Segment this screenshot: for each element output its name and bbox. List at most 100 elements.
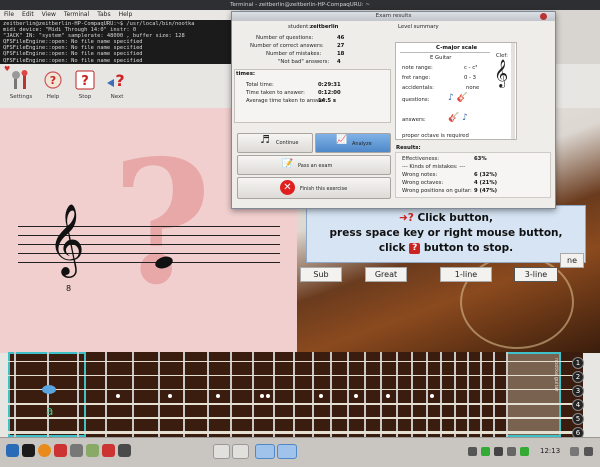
show-desktop-icon[interactable]: [584, 447, 593, 456]
level-row-label: questions:: [402, 97, 430, 103]
tray-icon[interactable]: [481, 447, 490, 456]
octave-partial-button[interactable]: ne: [560, 253, 584, 268]
stat-label: Number of questions:: [256, 35, 314, 41]
note-question-icon: ♪ 🎸: [448, 93, 468, 103]
student-name: zeitberlin: [310, 24, 339, 30]
time-label: Time taken to answer:: [246, 90, 305, 96]
octave-mark: 8: [66, 284, 72, 293]
finish-icon: ✕: [280, 180, 295, 195]
menu-help[interactable]: Help: [119, 11, 133, 18]
continue-icon: ♬: [260, 133, 270, 146]
times-box: [234, 69, 391, 123]
menu-tabs[interactable]: Tabs: [97, 11, 110, 18]
results-header: Results:: [396, 145, 421, 151]
app-launcher-icon[interactable]: [118, 444, 131, 457]
octave-3-line-button[interactable]: 3-line: [514, 267, 558, 282]
level-summary-label: Level summary: [398, 24, 439, 30]
time-label: Average time taken to answer:: [246, 98, 328, 104]
level-table: E Guitar note range: c - c³ fret range: …: [400, 52, 490, 139]
analyze-button[interactable]: 📈 Analyze: [315, 133, 391, 153]
results-box: Effectiveness: 63% --- Kinds of mistakes…: [395, 152, 551, 198]
stat-label: Number of correct answers:: [250, 43, 324, 49]
pass-exam-button[interactable]: 📝 Pass an exam: [237, 155, 391, 175]
svg-text:?: ?: [115, 71, 124, 90]
pass-exam-icon: 📝: [282, 159, 294, 169]
next-button[interactable]: ? Next: [102, 70, 132, 104]
result-label: Wrong notes:: [402, 172, 438, 178]
menu-edit[interactable]: Edit: [22, 11, 34, 18]
level-scrollbar[interactable]: [511, 43, 515, 139]
nootka-launcher-icon[interactable]: [102, 444, 115, 457]
pass-exam-label: Pass an exam: [298, 163, 333, 169]
start-menu-icon[interactable]: [6, 444, 19, 457]
taskbar-window-button[interactable]: [232, 444, 249, 459]
note-head[interactable]: [153, 254, 175, 271]
stat-value: 46: [337, 35, 345, 41]
level-instrument: E Guitar: [430, 55, 452, 61]
taskbar-window-button[interactable]: [213, 444, 230, 459]
level-summary-panel[interactable]: C-major scale E Guitar note range: c - c…: [395, 42, 517, 140]
octave-1-line-button[interactable]: 1-line: [440, 267, 492, 282]
guitar-fretboard[interactable]: a nootka guitar: [8, 352, 583, 437]
result-value: 63%: [474, 156, 487, 162]
treble-clef-icon: 𝄞: [494, 59, 509, 87]
settings-icon: [12, 70, 28, 89]
menu-file[interactable]: File: [4, 11, 14, 18]
help-icon: ?: [44, 71, 62, 89]
level-row-value: c - c³: [464, 65, 478, 71]
result-label: Wrong octaves:: [402, 180, 444, 186]
note-answer-icon: 🎸 ♪: [448, 113, 468, 123]
network-icon[interactable]: [494, 447, 503, 456]
help-button[interactable]: ? Help: [38, 70, 68, 104]
stop-icon: ?: [75, 70, 95, 90]
stat-value: 27: [337, 43, 345, 49]
continue-button[interactable]: ♬ Continue: [237, 133, 313, 153]
staff: 𝄞 8: [0, 208, 297, 312]
string-number-5: 5: [572, 413, 584, 425]
terminal-launcher-icon[interactable]: [22, 444, 35, 457]
volume-icon[interactable]: [507, 447, 516, 456]
stat-label: "Not bad" answers:: [278, 59, 330, 65]
stop-button[interactable]: ? Stop: [70, 70, 100, 104]
level-row-label: proper octave is required: [402, 133, 469, 139]
string-number-1: 1: [572, 357, 584, 369]
level-row-value: none: [466, 85, 480, 91]
taskbar-window-button-active[interactable]: [255, 444, 275, 459]
tray-icon[interactable]: [570, 447, 579, 456]
string-number-2: 2: [572, 371, 584, 383]
treble-clef-icon: 𝄞: [48, 202, 85, 275]
app-launcher-icon[interactable]: [54, 444, 67, 457]
level-name: C-major scale: [436, 45, 478, 51]
terminal-output[interactable]: zeitberlin@zeitberlin-HP-CompaqURU:~$ /u…: [0, 20, 232, 64]
clock[interactable]: 12:13: [540, 447, 560, 455]
app-launcher-icon[interactable]: [86, 444, 99, 457]
next-question-icon: ➜?: [398, 212, 414, 224]
finish-exercise-button[interactable]: ✕ Finish this exercise: [237, 177, 391, 199]
octave-sub-button[interactable]: Sub: [300, 267, 342, 282]
octave-great-button[interactable]: Great: [365, 267, 407, 282]
level-row-value: 0 - 3: [464, 75, 477, 81]
fingered-note-marker[interactable]: [42, 385, 56, 394]
file-manager-icon[interactable]: [70, 444, 83, 457]
hint-line-2: press space key or right mouse button,: [329, 227, 563, 239]
tray-icon[interactable]: [468, 447, 477, 456]
stop-label: Stop: [78, 94, 92, 100]
string-number-3: 3: [572, 385, 584, 397]
level-row-label: accidentals:: [402, 85, 434, 91]
menu-terminal[interactable]: Terminal: [64, 11, 89, 18]
stat-label: Number of mistakes:: [266, 51, 322, 57]
battery-icon[interactable]: [520, 447, 529, 456]
result-value: 9 (47%): [474, 188, 498, 194]
menu-view[interactable]: View: [42, 11, 56, 18]
times-header: times:: [236, 71, 256, 77]
result-value: 6 (32%): [474, 172, 498, 178]
taskbar-window-button-active[interactable]: [277, 444, 297, 459]
stat-value: 4: [337, 59, 341, 65]
firefox-icon[interactable]: [38, 444, 51, 457]
settings-button[interactable]: Settings: [6, 70, 36, 104]
terminal-titlebar[interactable]: Terminal - zeitberlin@zeitberlin-HP-Comp…: [0, 0, 600, 10]
time-label: Total time:: [246, 82, 274, 88]
stop-icon: ?: [409, 242, 421, 254]
dialog-close-icon[interactable]: [540, 13, 547, 20]
dialog-titlebar[interactable]: Exam results: [232, 12, 555, 21]
